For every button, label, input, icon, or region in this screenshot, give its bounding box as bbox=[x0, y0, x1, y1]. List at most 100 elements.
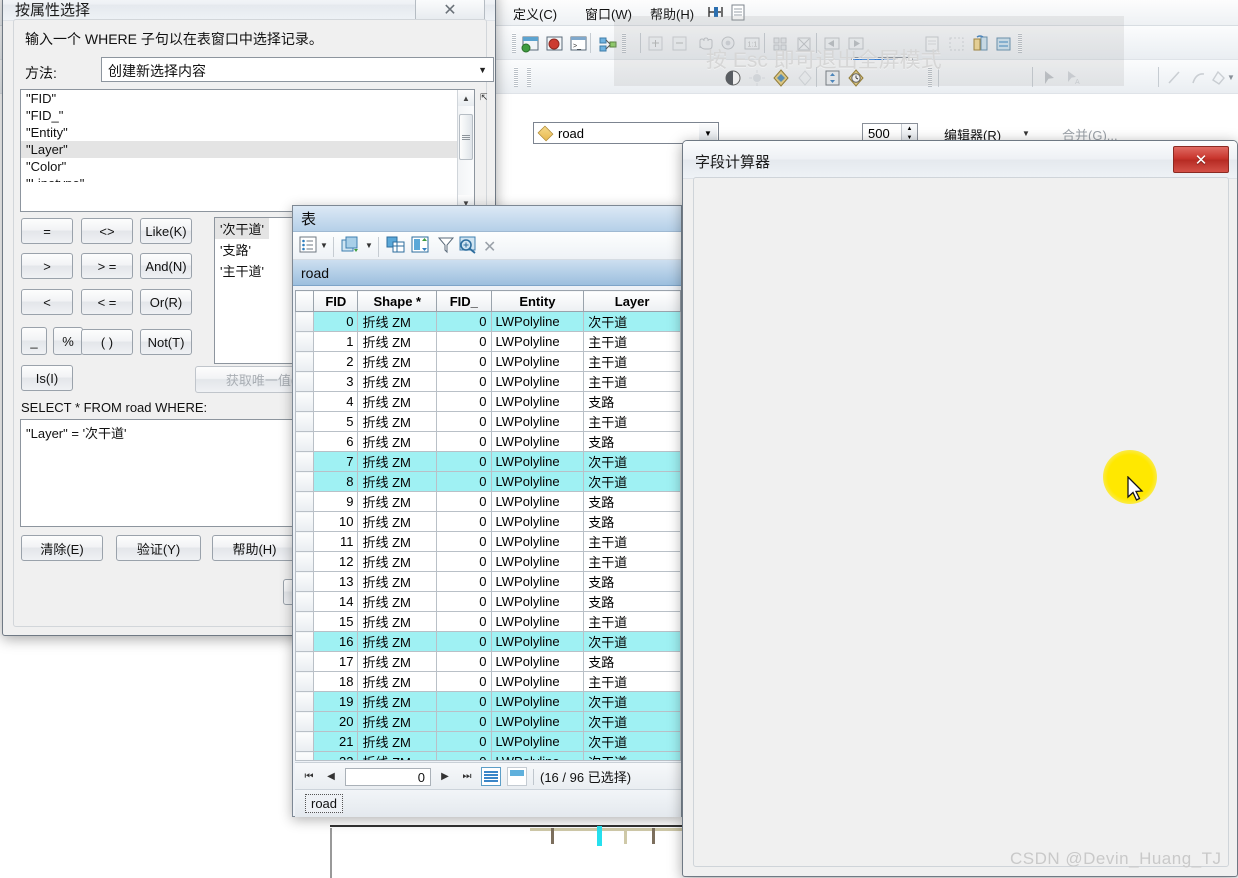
table-window-titlebar[interactable]: 表 bbox=[293, 206, 681, 232]
cell-layer[interactable]: 主干道 bbox=[583, 411, 681, 432]
row-selector-cell[interactable] bbox=[295, 351, 315, 372]
operator-button-like[interactable]: Like(K) bbox=[140, 218, 192, 244]
cell-layer[interactable]: 支路 bbox=[583, 591, 681, 612]
operator-button-or[interactable]: Or(R) bbox=[140, 289, 192, 315]
row-selector-cell[interactable] bbox=[295, 671, 315, 692]
cell-shape[interactable]: 折线 ZM bbox=[357, 371, 438, 392]
cell-fid2[interactable]: 0 bbox=[436, 691, 492, 712]
cell-fid2[interactable]: 0 bbox=[436, 331, 492, 352]
cell-entity[interactable]: LWPolyline bbox=[490, 531, 585, 552]
fields-listbox[interactable]: "FID" "FID_" "Entity" "Layer" "Color" "L… bbox=[20, 89, 475, 212]
cell-layer[interactable]: 次干道 bbox=[583, 751, 681, 760]
cell-layer[interactable]: 主干道 bbox=[583, 371, 681, 392]
cell-fid2[interactable]: 0 bbox=[436, 531, 492, 552]
cell-fid2[interactable]: 0 bbox=[436, 311, 492, 332]
cell-layer[interactable]: 支路 bbox=[583, 511, 681, 532]
cell-entity[interactable]: LWPolyline bbox=[490, 351, 585, 372]
console-icon[interactable]: >_ bbox=[567, 32, 589, 54]
cell-fid[interactable]: 10 bbox=[313, 511, 359, 532]
field-item[interactable]: "FID_" bbox=[21, 107, 474, 124]
cell-entity[interactable]: LWPolyline bbox=[490, 611, 585, 632]
cell-shape[interactable]: 折线 ZM bbox=[357, 451, 438, 472]
row-selector-cell[interactable] bbox=[295, 631, 315, 652]
cell-layer[interactable]: 主干道 bbox=[583, 531, 681, 552]
cell-fid[interactable]: 21 bbox=[313, 731, 359, 752]
cell-fid2[interactable]: 0 bbox=[436, 671, 492, 692]
cell-entity[interactable]: LWPolyline bbox=[490, 411, 585, 432]
cell-layer[interactable]: 次干道 bbox=[583, 311, 681, 332]
cell-fid[interactable]: 18 bbox=[313, 671, 359, 692]
globe-view-icon[interactable] bbox=[543, 32, 565, 54]
cell-fid2[interactable]: 0 bbox=[436, 511, 492, 532]
trace-tool-icon[interactable] bbox=[1207, 66, 1229, 88]
cell-fid[interactable]: 13 bbox=[313, 571, 359, 592]
field-item[interactable]: "Linetype" bbox=[21, 175, 474, 182]
toolbar-grip-1[interactable] bbox=[512, 33, 516, 53]
cell-fid[interactable]: 14 bbox=[313, 591, 359, 612]
table-row[interactable]: 0 折线 ZM 0 LWPolyline 次干道 bbox=[295, 311, 681, 332]
cell-fid[interactable]: 11 bbox=[313, 531, 359, 552]
last-record-icon[interactable]: ⏭ bbox=[459, 771, 475, 782]
row-selector-cell[interactable] bbox=[295, 491, 315, 512]
cell-fid2[interactable]: 0 bbox=[436, 411, 492, 432]
cell-fid2[interactable]: 0 bbox=[436, 371, 492, 392]
table-row[interactable]: 5 折线 ZM 0 LWPolyline 主干道 bbox=[295, 411, 681, 432]
cell-shape[interactable]: 折线 ZM bbox=[357, 391, 438, 412]
cell-fid2[interactable]: 0 bbox=[436, 611, 492, 632]
row-selector-cell[interactable] bbox=[295, 331, 315, 352]
row-selector-cell[interactable] bbox=[295, 431, 315, 452]
cell-layer[interactable]: 次干道 bbox=[583, 691, 681, 712]
cell-layer[interactable]: 支路 bbox=[583, 651, 681, 672]
table-row[interactable]: 1 折线 ZM 0 LWPolyline 主干道 bbox=[295, 331, 681, 352]
cell-fid2[interactable]: 0 bbox=[436, 471, 492, 492]
table-row[interactable]: 4 折线 ZM 0 LWPolyline 支路 bbox=[295, 391, 681, 412]
method-combo[interactable]: 创建新选择内容 ▼ bbox=[101, 57, 494, 82]
row-selector-cell[interactable] bbox=[295, 751, 315, 760]
cell-layer[interactable]: 次干道 bbox=[583, 711, 681, 732]
table-row[interactable]: 19 折线 ZM 0 LWPolyline 次干道 bbox=[295, 691, 681, 712]
select-all-icon[interactable] bbox=[385, 235, 407, 258]
cell-layer[interactable]: 支路 bbox=[583, 571, 681, 592]
cell-fid2[interactable]: 0 bbox=[436, 591, 492, 612]
verify-button[interactable]: 验证(Y) bbox=[116, 535, 201, 561]
chevron-down-icon[interactable]: ▼ bbox=[1227, 73, 1235, 82]
row-selector-cell[interactable] bbox=[295, 511, 315, 532]
row-selector-cell[interactable] bbox=[295, 651, 315, 672]
straight-segment-icon[interactable] bbox=[1163, 66, 1185, 88]
table-row[interactable]: 13 折线 ZM 0 LWPolyline 支路 bbox=[295, 571, 681, 592]
operator-button-greater[interactable]: > bbox=[21, 253, 73, 279]
cell-layer[interactable]: 主干道 bbox=[583, 351, 681, 372]
row-selector-cell[interactable] bbox=[295, 311, 315, 332]
operator-button-greater-equals[interactable]: > = bbox=[81, 253, 133, 279]
cell-shape[interactable]: 折线 ZM bbox=[357, 431, 438, 452]
cell-layer[interactable]: 次干道 bbox=[583, 451, 681, 472]
table-row[interactable]: 17 折线 ZM 0 LWPolyline 支路 bbox=[295, 651, 681, 672]
unique-value-item-selected[interactable]: '次干道' bbox=[215, 218, 269, 239]
field-item[interactable]: "FID" bbox=[21, 90, 474, 107]
cell-shape[interactable]: 折线 ZM bbox=[357, 571, 438, 592]
table-row[interactable]: 15 折线 ZM 0 LWPolyline 主干道 bbox=[295, 611, 681, 632]
cell-fid2[interactable]: 0 bbox=[436, 571, 492, 592]
cell-fid2[interactable]: 0 bbox=[436, 651, 492, 672]
row-selector-cell[interactable] bbox=[295, 471, 315, 492]
column-header-entity[interactable]: Entity bbox=[490, 290, 585, 312]
cell-fid[interactable]: 2 bbox=[313, 351, 359, 372]
column-header-layer[interactable]: Layer bbox=[583, 290, 681, 312]
operator-button-not[interactable]: Not(T) bbox=[140, 329, 192, 355]
cell-fid[interactable]: 0 bbox=[313, 311, 359, 332]
scroll-thumb[interactable] bbox=[459, 114, 473, 160]
help-button[interactable]: 帮助(H) bbox=[212, 535, 297, 561]
cell-fid[interactable]: 8 bbox=[313, 471, 359, 492]
table-grid-container[interactable]: FID Shape * FID_ Entity Layer 0 折线 ZM 0 LWP… bbox=[295, 290, 681, 760]
cell-fid[interactable]: 22 bbox=[313, 751, 359, 760]
cell-shape[interactable]: 折线 ZM bbox=[357, 331, 438, 352]
row-selector-cell[interactable] bbox=[295, 711, 315, 732]
cell-shape[interactable]: 折线 ZM bbox=[357, 591, 438, 612]
cell-shape[interactable]: 折线 ZM bbox=[357, 611, 438, 632]
column-header-fid2[interactable]: FID_ bbox=[436, 290, 492, 312]
cell-entity[interactable]: LWPolyline bbox=[490, 731, 585, 752]
operator-button-underscore[interactable]: _ bbox=[21, 327, 47, 355]
table-tab-road[interactable]: road bbox=[305, 794, 344, 813]
cell-shape[interactable]: 折线 ZM bbox=[357, 631, 438, 652]
cell-layer[interactable]: 支路 bbox=[583, 391, 681, 412]
